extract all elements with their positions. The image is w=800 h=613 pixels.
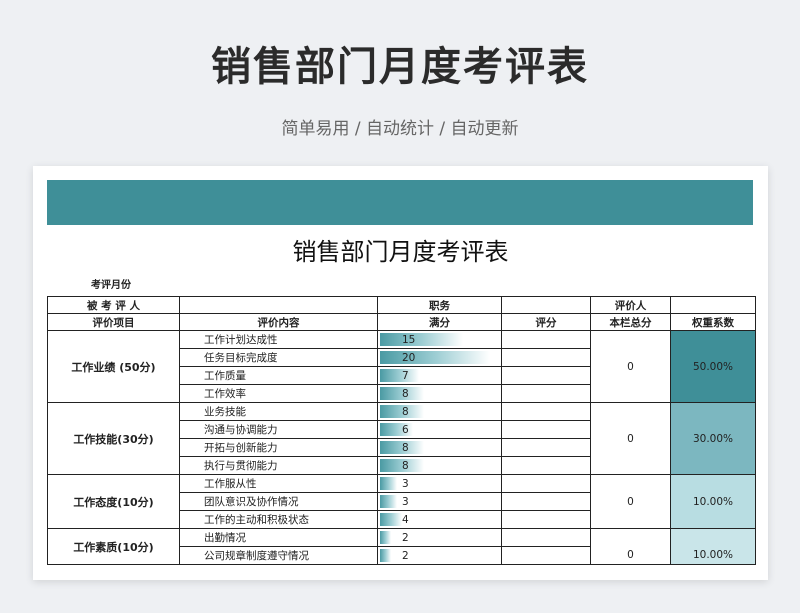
evaluation-content: 工作的主动和积极状态	[179, 510, 378, 529]
sheet-title: 销售部门月度考评表	[292, 238, 509, 266]
evaluation-content: 开拓与创新能力	[179, 438, 378, 457]
evaluation-content: 工作质量	[179, 366, 378, 385]
score-input-cell[interactable]	[501, 420, 591, 439]
full-score-value: 4	[402, 513, 409, 526]
group-total: 0	[590, 474, 671, 529]
evaluation-content: 沟通与协调能力	[179, 420, 378, 439]
score-input-cell[interactable]	[501, 348, 591, 367]
full-score-value: 8	[402, 405, 409, 418]
evaluation-content: 任务目标完成度	[179, 348, 378, 367]
evaluation-content: 团队意识及协作情况	[179, 492, 378, 511]
full-score-cell: 4	[377, 510, 502, 529]
full-score-value: 3	[402, 495, 409, 508]
header-banner	[47, 180, 753, 225]
full-score-cell: 8	[377, 402, 502, 421]
full-score-cell: 15	[377, 330, 502, 349]
score-input-cell[interactable]	[501, 492, 591, 511]
group-name: 工作态度(10分)	[47, 474, 180, 529]
score-input-cell[interactable]	[501, 510, 591, 529]
group-weight: 50.00%	[670, 330, 756, 403]
info-row: 被 考 评 人 职务 评价人	[47, 296, 756, 314]
evaluator-label: 评价人	[590, 296, 671, 314]
group-name: 工作技能(30分)	[47, 402, 180, 475]
col-header-weight: 权重系数	[670, 313, 756, 331]
col-header-total: 本栏总分	[590, 313, 671, 331]
full-score-value: 6	[402, 423, 409, 436]
full-score-cell: 2	[377, 546, 502, 565]
page-subtitle: 简单易用 / 自动统计 / 自动更新	[281, 119, 519, 139]
full-score-value: 20	[402, 351, 416, 364]
full-score-value: 8	[402, 441, 409, 454]
table-row: 工作技能(30分) 业务技能 8 0 30.00%	[47, 402, 756, 475]
full-score-cell: 8	[377, 456, 502, 475]
group-weight: 30.00%	[670, 402, 756, 475]
full-score-cell: 7	[377, 366, 502, 385]
evaluation-content: 工作服从性	[179, 474, 378, 493]
full-score-value: 3	[402, 477, 409, 490]
group-weight: 10.00%	[670, 474, 756, 529]
full-score-value: 2	[402, 531, 409, 544]
group-total: 0	[590, 330, 671, 403]
position-value[interactable]	[501, 296, 591, 314]
month-label: 考评月份	[91, 280, 131, 291]
evaluator-value[interactable]	[670, 296, 756, 314]
column-header-row: 评价项目 评价内容 满分 评分 本栏总分 权重系数	[47, 313, 756, 331]
table-row: 工作素质(10分) 出勤情况 2 0 10.00%	[47, 528, 756, 565]
evaluation-content: 工作计划达成性	[179, 330, 378, 349]
group-total: 0	[590, 528, 671, 565]
score-input-cell[interactable]	[501, 456, 591, 475]
score-input-cell[interactable]	[501, 474, 591, 493]
score-input-cell[interactable]	[501, 330, 591, 349]
evaluation-content: 公司规章制度遵守情况	[179, 546, 378, 565]
evaluation-content: 执行与贯彻能力	[179, 456, 378, 475]
col-header-full-score: 满分	[377, 313, 502, 331]
full-score-value: 2	[402, 549, 409, 562]
score-input-cell[interactable]	[501, 366, 591, 385]
table-row: 工作态度(10分) 工作服从性 3 0 10.00%	[47, 474, 756, 529]
score-input-cell[interactable]	[501, 438, 591, 457]
group-name: 工作素质(10分)	[47, 528, 180, 565]
score-input-cell[interactable]	[501, 384, 591, 403]
page-title: 销售部门月度考评表	[211, 44, 589, 90]
evaluation-content: 工作效率	[179, 384, 378, 403]
group-name: 工作业绩 (50分)	[47, 330, 180, 403]
full-score-cell: 20	[377, 348, 502, 367]
full-score-value: 8	[402, 387, 409, 400]
evaluation-content: 业务技能	[179, 402, 378, 421]
spreadsheet-preview: 销售部门月度考评表 考评月份 被 考 评 人 职务 评价人 评价项目 评价内容 …	[33, 166, 768, 580]
evaluation-table: 被 考 评 人 职务 评价人 评价项目 评价内容 满分 评分 本栏总分 权重系数…	[47, 296, 756, 565]
col-header-item: 评价项目	[47, 313, 180, 331]
col-header-score: 评分	[501, 313, 591, 331]
full-score-cell: 2	[377, 528, 502, 547]
full-score-cell: 8	[377, 438, 502, 457]
full-score-cell: 6	[377, 420, 502, 439]
full-score-cell: 3	[377, 492, 502, 511]
group-weight: 10.00%	[670, 528, 756, 565]
full-score-value: 8	[402, 459, 409, 472]
score-input-cell[interactable]	[501, 402, 591, 421]
col-header-content: 评价内容	[179, 313, 378, 331]
position-label: 职务	[377, 296, 502, 314]
full-score-cell: 3	[377, 474, 502, 493]
evaluatee-value[interactable]	[179, 296, 378, 314]
score-input-cell[interactable]	[501, 528, 591, 547]
score-input-cell[interactable]	[501, 546, 591, 565]
full-score-value: 7	[402, 369, 409, 382]
full-score-value: 15	[402, 333, 416, 346]
evaluatee-label: 被 考 评 人	[47, 296, 180, 314]
table-row: 工作业绩 (50分) 工作计划达成性 15 0 50.00%	[47, 330, 756, 403]
group-total: 0	[590, 402, 671, 475]
full-score-cell: 8	[377, 384, 502, 403]
evaluation-content: 出勤情况	[179, 528, 378, 547]
